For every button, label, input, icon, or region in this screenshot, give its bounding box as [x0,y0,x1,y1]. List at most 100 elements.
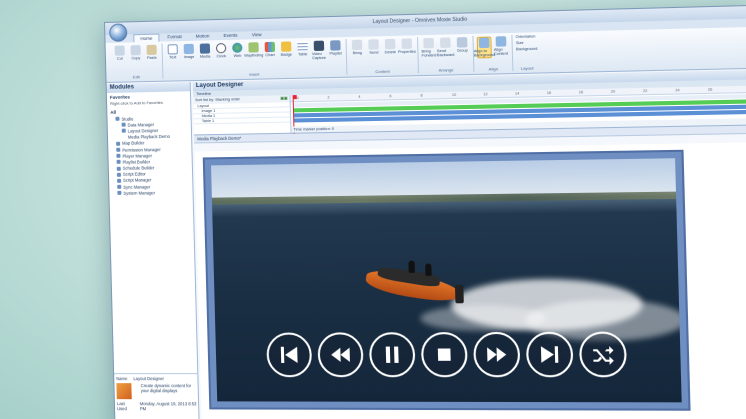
details-name-value: Layout Designer [133,376,164,381]
align-to-background-button[interactable]: Align to Background [477,37,492,59]
tab-format[interactable]: Format [161,33,188,42]
align-content-button[interactable]: Align Content [493,36,508,58]
send-button[interactable]: Send [366,39,381,55]
bring-forward-button[interactable]: Bring Forward [421,38,436,58]
time-marker-handle-icon[interactable] [293,95,297,99]
cut-button[interactable]: Cut [113,45,127,60]
ruler-tick: 2 [327,95,329,99]
shuffle-button[interactable] [579,332,627,378]
media-element-video[interactable] [211,158,682,402]
badge-icon [281,41,291,51]
layout-frame[interactable] [203,150,691,411]
send-backward-icon [440,38,451,49]
tab-view[interactable]: View [246,31,268,40]
ruler-tick: 4 [358,95,360,99]
application-window: Layout Designer - Omnivex Moxie Studio H… [104,5,746,419]
module-details: Name Layout Designer Create dynamic cont… [114,373,200,419]
insert-video-capture-button[interactable]: Video Capture [312,41,327,61]
send-icon [368,39,379,49]
send-backward-button[interactable]: Send Backward [438,37,453,57]
pause-icon [379,342,405,367]
group-button[interactable]: Group [455,37,470,57]
insert-clock-button[interactable]: Clock [214,43,229,62]
boat-passenger [425,263,432,275]
script-icon [117,179,121,183]
size-dropdown[interactable]: Size [516,41,538,46]
insert-media-button[interactable]: Media [198,43,213,62]
playlist-icon [330,40,341,50]
modules-panel: Modules Favorites Right-click to Add to … [107,82,200,419]
player-icon [116,154,120,158]
playback-controls [266,332,627,378]
insert-table-button[interactable]: Table [295,41,310,61]
insert-wayfinding-button[interactable]: Wayfinding [246,42,261,62]
delete-button[interactable]: Delete [383,39,398,55]
group-label-edit: Edit [133,74,140,79]
tab-events[interactable]: Events [217,31,243,40]
studio-icon [115,117,119,121]
fast-forward-button[interactable] [473,332,521,377]
gear-icon [117,191,121,195]
align-background-icon [479,38,490,49]
shuffle-icon [590,342,616,367]
ruler-tick: 16 [547,91,551,95]
skip-to-start-button[interactable] [266,332,312,377]
ruler-tick: 18 [579,90,583,94]
outboard-motor [455,285,464,304]
ruler-tick: 6 [389,94,391,98]
rewind-button[interactable] [317,332,363,377]
insert-badge-button[interactable]: Badge [279,41,294,61]
group-label-arrange: Arrange [439,67,454,72]
clock-icon [216,43,226,53]
scissors-icon [115,46,125,56]
background-dropdown[interactable]: Background [516,47,538,52]
ruler-tick: 22 [643,89,647,93]
ribbon-group-content: Bring Send Delete Properties Content [347,37,419,74]
ribbon-group-arrange: Bring Forward Send Backward Group Arrang… [418,36,474,73]
layout-icon [122,129,126,133]
map-icon [248,42,258,52]
details-name-label: Name [116,376,127,381]
fast-forward-icon [484,342,510,367]
group-label-align: Align [489,66,499,71]
sort-dropdown[interactable]: Sort list by: Stacking order [195,96,240,104]
text-icon [168,44,178,54]
tab-motion[interactable]: Motion [190,32,216,41]
insert-chart-button[interactable]: Chart [263,42,278,62]
insert-playlist-button[interactable]: Playlist [328,40,343,60]
ribbon-group-align: Align to Background Align Content Align [473,35,513,72]
module-item-system-manager[interactable]: System Manager [109,189,192,196]
window-title: Layout Designer - Omnivex Moxie Studio [372,17,467,26]
timeline-tree: Sort list by: Stacking order ▣▣ Layout Im… [193,95,291,134]
database-icon [122,123,126,127]
design-canvas[interactable] [195,142,746,419]
copy-icon [131,45,141,55]
pause-button[interactable] [369,332,416,377]
paste-button[interactable]: Paste [145,45,159,60]
insert-text-button[interactable]: Text [166,44,181,63]
playlist-icon [117,160,121,164]
details-last-used-value: Monday, August 19, 2013 8:53 PM [140,401,198,411]
insert-web-button[interactable]: Web [230,43,245,63]
properties-icon [401,38,412,48]
delete-icon [385,39,396,49]
script-icon [117,173,121,177]
stop-icon [431,342,457,367]
ruler-tick: 12 [483,92,487,96]
skip-to-end-button[interactable] [526,332,574,378]
bring-button[interactable]: Bring [350,40,365,56]
insert-image-button[interactable]: Image [182,44,197,63]
skip-start-icon [277,343,302,367]
clipboard-icon [147,45,157,55]
bring-icon [352,40,363,50]
align-content-icon [496,36,507,47]
tree-item-table[interactable]: Table 1 [194,118,291,125]
copy-button[interactable]: Copy [129,45,143,60]
layout-designer-panel: Layout Designer Timeline Sort list by: S… [193,70,746,419]
ruler-tick: 8 [421,94,423,98]
orientation-dropdown[interactable]: Orientation [516,34,538,39]
timeline-tools-icon[interactable]: ▣▣ [280,95,288,102]
properties-button[interactable]: Properties [399,38,414,54]
tab-home[interactable]: Home [133,34,159,43]
stop-button[interactable] [421,332,468,377]
